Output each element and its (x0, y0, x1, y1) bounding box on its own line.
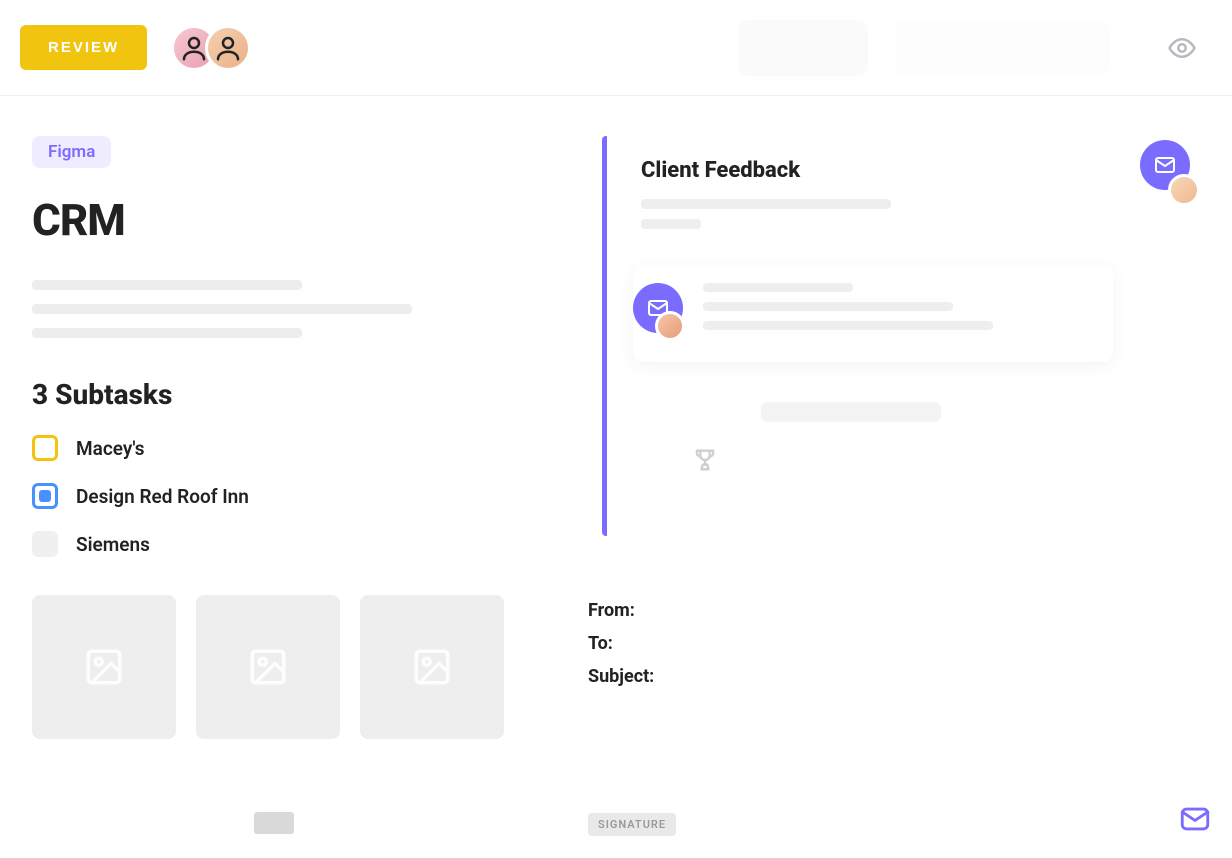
text-placeholder (641, 199, 891, 209)
message-card[interactable] (633, 265, 1113, 362)
text-placeholder (641, 219, 701, 229)
eye-icon (1167, 33, 1197, 63)
feedback-panel: Client Feedback (602, 136, 1162, 536)
subtask-status-icon[interactable] (32, 435, 58, 461)
mail-icon (1153, 153, 1177, 177)
compose-email-button[interactable] (1178, 802, 1212, 840)
email-to-label: To: (588, 633, 1148, 654)
toolbar-placeholder (738, 20, 868, 76)
subtask-item[interactable]: Design Red Roof Inn (32, 483, 572, 509)
image-icon (83, 646, 125, 688)
subtask-item[interactable]: Siemens (32, 531, 572, 557)
attachments (32, 595, 572, 739)
reply-placeholder (761, 402, 941, 422)
attachment-thumbnail[interactable] (360, 595, 504, 739)
attachment-thumbnail[interactable] (196, 595, 340, 739)
watchers-button[interactable] (1160, 26, 1204, 70)
email-compose-pane[interactable]: From: To: Subject: (588, 600, 1148, 699)
project-tag[interactable]: Figma (32, 136, 111, 168)
image-icon (411, 646, 453, 688)
subtask-status-icon[interactable] (32, 483, 58, 509)
subtask-label: Siemens (76, 533, 150, 556)
subtasks-list: Macey's Design Red Roof Inn Siemens (32, 435, 572, 557)
email-from-label: From: (588, 600, 1148, 621)
trophy-icon (691, 446, 1132, 478)
subtask-label: Design Red Roof Inn (76, 485, 249, 508)
message-author-avatar[interactable] (655, 311, 685, 341)
task-details: Figma CRM 3 Subtasks Macey's Design Red … (32, 136, 572, 739)
task-title[interactable]: CRM (32, 194, 572, 246)
feedback-title: Client Feedback (641, 158, 1132, 183)
review-button[interactable]: REVIEW (20, 25, 147, 70)
subtask-status-icon[interactable] (32, 531, 58, 557)
top-bar: REVIEW (0, 0, 1232, 96)
footer-chip (254, 812, 294, 834)
message-body-placeholder (703, 283, 993, 340)
avatar-user-2[interactable] (205, 25, 251, 71)
mail-icon (1178, 802, 1212, 836)
toolbar-placeholder (895, 20, 1110, 76)
subtask-item[interactable]: Macey's (32, 435, 572, 461)
signature-chip[interactable]: SIGNATURE (588, 813, 676, 836)
email-sender-avatar[interactable] (1168, 174, 1200, 206)
assignee-avatars (171, 25, 251, 71)
task-description-placeholder (32, 280, 572, 338)
image-icon (247, 646, 289, 688)
subtasks-heading: 3 Subtasks (32, 378, 572, 411)
email-subject-label: Subject: (588, 666, 1148, 687)
subtask-label: Macey's (76, 437, 145, 460)
attachment-thumbnail[interactable] (32, 595, 176, 739)
